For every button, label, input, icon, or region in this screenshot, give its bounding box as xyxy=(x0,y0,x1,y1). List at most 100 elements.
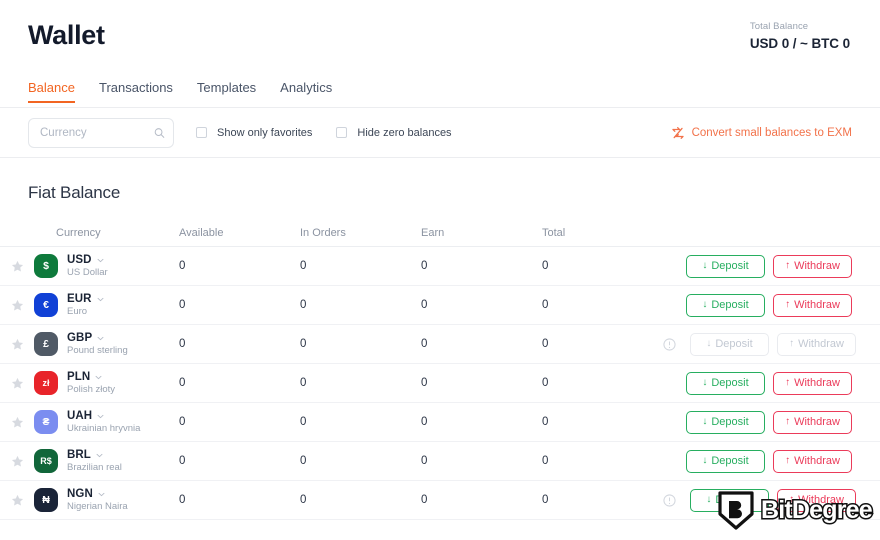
cell-in-orders: 0 xyxy=(300,455,307,467)
star-icon[interactable] xyxy=(0,494,34,507)
currency-cell: £ GBP Pound sterling xyxy=(34,332,179,356)
cell-earn: 0 xyxy=(421,494,428,506)
arrow-down-icon: ↓ xyxy=(706,494,712,505)
deposit-button[interactable]: ↓ Deposit xyxy=(686,293,765,317)
chevron-down-icon[interactable] xyxy=(97,336,104,341)
deposit-label: Deposit xyxy=(711,416,749,428)
withdraw-button[interactable]: ↑ Withdraw xyxy=(777,488,856,512)
checkbox-box[interactable] xyxy=(196,127,207,138)
cell-earn: 0 xyxy=(421,299,428,311)
currency-icon-eur: € xyxy=(34,293,58,317)
tab-balance[interactable]: Balance xyxy=(28,80,75,103)
tab-analytics[interactable]: Analytics xyxy=(280,80,332,103)
chevron-down-icon[interactable] xyxy=(97,297,104,302)
checkbox-hide-zero-balances[interactable]: Hide zero balances xyxy=(336,127,452,139)
cell-available: 0 xyxy=(179,416,186,428)
star-icon[interactable] xyxy=(0,338,34,351)
currency-code-row: EUR xyxy=(67,293,104,305)
table-row[interactable]: R$ BRL Brazilian real 0 0 0 0 ↓ Deposit ↑ Withdraw xyxy=(0,442,880,481)
currency-text: GBP Pound sterling xyxy=(67,332,128,356)
currency-icon-ngn: ₦ xyxy=(34,488,58,512)
chevron-down-icon[interactable] xyxy=(98,492,105,497)
currency-name: Pound sterling xyxy=(67,345,128,356)
table-row[interactable]: ₦ NGN Nigerian Naira 0 0 0 0 ↓ Deposit ↑ Withdraw xyxy=(0,481,880,520)
cell-earn: 0 xyxy=(421,455,428,467)
currency-text: NGN Nigerian Naira xyxy=(67,488,128,512)
convert-small-balances-button[interactable]: Convert small balances to EXM xyxy=(671,126,852,140)
cell-total: 0 xyxy=(542,455,549,467)
withdraw-button[interactable]: ↑ Withdraw xyxy=(773,254,852,278)
table-row[interactable]: € EUR Euro 0 0 0 0 ↓ Deposit ↑ Withdraw xyxy=(0,286,880,325)
tab-transactions[interactable]: Transactions xyxy=(99,80,173,103)
currency-code-row: UAH xyxy=(67,410,140,422)
row-actions: ↓ Deposit ↑ Withdraw xyxy=(663,449,852,473)
chevron-down-icon[interactable] xyxy=(97,414,104,419)
currency-name: Brazilian real xyxy=(67,462,122,473)
deposit-label: Deposit xyxy=(715,338,753,350)
info-icon[interactable] xyxy=(663,493,676,507)
checkbox-box[interactable] xyxy=(336,127,348,138)
currency-cell: R$ BRL Brazilian real xyxy=(34,449,179,473)
total-balance-value: USD 0 / ~ BTC 0 xyxy=(749,36,850,51)
table-row[interactable]: $ USD US Dollar 0 0 0 0 ↓ Deposit ↑ Withdraw xyxy=(0,247,880,286)
cell-in-orders: 0 xyxy=(300,338,307,350)
currency-code: EUR xyxy=(67,293,92,305)
star-icon[interactable] xyxy=(0,260,34,273)
table-row[interactable]: £ GBP Pound sterling 0 0 0 0 ↓ Deposit ↑ Withdraw xyxy=(0,325,880,364)
checkbox-label: Show only favorites xyxy=(217,126,313,139)
star-icon[interactable] xyxy=(0,299,34,312)
withdraw-label: Withdraw xyxy=(794,377,840,389)
chevron-down-icon[interactable] xyxy=(95,375,102,380)
star-icon[interactable] xyxy=(0,377,34,390)
currency-code-row: PLN xyxy=(67,371,115,383)
withdraw-button[interactable]: ↑ Withdraw xyxy=(773,410,852,434)
search-input[interactable] xyxy=(28,117,174,148)
tab-templates[interactable]: Templates xyxy=(197,80,256,103)
chevron-down-icon[interactable] xyxy=(97,258,104,263)
info-icon[interactable] xyxy=(663,337,676,351)
row-actions: ↓ Deposit ↑ Withdraw xyxy=(663,293,852,317)
checkbox-show-only-favorites[interactable]: Show only favorites xyxy=(196,127,312,139)
currency-cell: ₦ NGN Nigerian Naira xyxy=(34,488,179,512)
currency-icon-uah: ₴ xyxy=(34,410,58,434)
currency-code-row: BRL xyxy=(67,449,122,461)
deposit-label: Deposit xyxy=(715,494,753,506)
currency-cell: zł PLN Polish złoty xyxy=(34,371,179,395)
deposit-label: Deposit xyxy=(711,377,749,389)
currency-text: USD US Dollar xyxy=(67,254,108,278)
cell-in-orders: 0 xyxy=(300,260,307,272)
cell-in-orders: 0 xyxy=(300,494,307,506)
currency-code: UAH xyxy=(67,410,93,422)
arrow-down-icon: ↓ xyxy=(702,455,708,466)
star-icon[interactable] xyxy=(0,416,34,429)
currency-code: PLN xyxy=(67,371,91,383)
cell-available: 0 xyxy=(179,455,186,467)
deposit-button[interactable]: ↓ Deposit xyxy=(686,410,765,434)
withdraw-button[interactable]: ↑ Withdraw xyxy=(773,293,852,317)
chevron-down-icon[interactable] xyxy=(96,453,103,458)
deposit-button[interactable]: ↓ Deposit xyxy=(686,371,765,395)
withdraw-button[interactable]: ↑ Withdraw xyxy=(773,371,852,395)
currency-name: Nigerian Naira xyxy=(67,501,128,512)
currency-code: USD xyxy=(67,254,92,266)
cell-total: 0 xyxy=(542,416,549,428)
deposit-button[interactable]: ↓ Deposit xyxy=(686,254,765,278)
star-icon[interactable] xyxy=(0,455,34,468)
row-actions: ↓ Deposit ↑ Withdraw xyxy=(663,488,856,512)
deposit-button: ↓ Deposit xyxy=(690,332,769,356)
total-balance-label: Total Balance xyxy=(749,21,809,32)
withdraw-button[interactable]: ↑ Withdraw xyxy=(773,449,852,473)
convert-small-balances-label: Convert small balances to EXM xyxy=(691,126,852,139)
arrow-up-icon: ↑ xyxy=(789,494,795,505)
arrow-down-icon: ↓ xyxy=(702,416,708,427)
arrow-down-icon: ↓ xyxy=(702,260,708,271)
table-row[interactable]: zł PLN Polish złoty 0 0 0 0 ↓ Deposit ↑ Withdraw xyxy=(0,364,880,403)
arrow-down-icon: ↓ xyxy=(706,338,712,349)
deposit-button[interactable]: ↓ Deposit xyxy=(686,449,765,473)
deposit-button[interactable]: ↓ Deposit xyxy=(690,488,769,512)
table-row[interactable]: ₴ UAH Ukrainian hryvnia 0 0 0 0 ↓ Deposit ↑ Withdr… xyxy=(0,403,880,442)
currency-code: GBP xyxy=(67,332,93,344)
currency-cell: ₴ UAH Ukrainian hryvnia xyxy=(34,410,179,434)
currency-code: NGN xyxy=(67,488,93,500)
cell-total: 0 xyxy=(542,260,549,272)
